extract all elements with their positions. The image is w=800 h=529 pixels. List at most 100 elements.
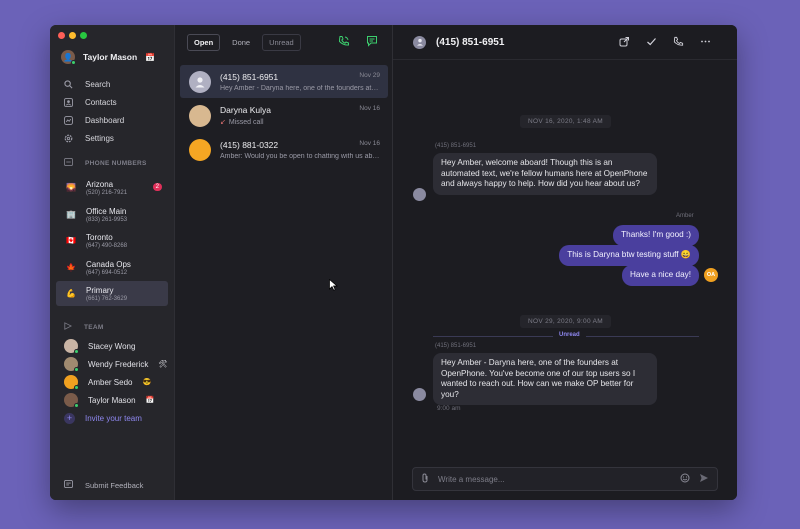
team-member[interactable]: Amber Sedo 😎 <box>58 373 173 391</box>
online-indicator <box>74 349 79 354</box>
close-window-button[interactable] <box>58 32 65 39</box>
message-time: 9:00 am <box>437 405 461 412</box>
tab-open[interactable]: Open <box>187 34 221 51</box>
conversation-date: Nov 16 <box>359 105 380 112</box>
window-controls <box>58 32 87 39</box>
submit-feedback-button[interactable]: Submit Feedback <box>64 480 143 490</box>
invite-team-link[interactable]: + Invite your team <box>58 409 173 427</box>
attachment-icon[interactable] <box>421 473 429 485</box>
team-member-name: Wendy Frederick <box>88 359 149 369</box>
dashboard-icon <box>64 115 73 125</box>
share-icon[interactable] <box>619 36 630 50</box>
nav-settings[interactable]: Settings <box>50 129 175 147</box>
minimize-window-button[interactable] <box>69 32 76 39</box>
date-separator: NOV 16, 2020, 1:48 AM <box>520 115 611 128</box>
maximize-window-button[interactable] <box>80 32 87 39</box>
conversation-item[interactable]: Daryna Kulya Nov 16 ↙ Missed call <box>180 99 388 132</box>
conversation-name: (415) 881-0322 <box>220 139 279 150</box>
contact-avatar <box>413 188 426 201</box>
team-member-name: Taylor Mason <box>88 395 136 405</box>
list-actions <box>338 35 378 50</box>
phone-number-value: (647) 694-0512 <box>86 269 128 276</box>
outgoing-message: This is Daryna btw testing stuff 😄 <box>559 245 699 266</box>
team-member-avatar <box>64 375 79 390</box>
feedback-label: Submit Feedback <box>85 480 144 490</box>
phone-number-item[interactable]: 🇨🇦 Toronto (647) 490-8268 <box>56 228 168 253</box>
chat-title: (415) 851-6951 <box>436 36 505 48</box>
user-avatar: 👤 <box>61 50 76 65</box>
phone-number-item[interactable]: 🌄 Arizona (520) 216-7921 2 <box>56 175 168 200</box>
phone-number-item[interactable]: 🍁 Canada Ops (647) 694-0512 <box>56 255 168 280</box>
app-window: 👤 Taylor Mason 📅 Search Contacts Dashboa… <box>50 25 737 500</box>
phone-numbers-label: PHONE NUMBERS <box>85 159 147 167</box>
contacts-icon <box>64 97 73 107</box>
search-icon <box>64 79 73 89</box>
unread-badge: 2 <box>152 183 162 191</box>
chat-panel: (415) 851-6951 NOV 16, 2020, 1:48 AM (41… <box>393 25 737 500</box>
feedback-icon <box>64 480 73 490</box>
online-indicator <box>71 60 76 65</box>
team-member[interactable]: Wendy Frederick 🛠 <box>58 355 173 373</box>
current-user[interactable]: 👤 Taylor Mason 📅 <box>61 50 156 65</box>
conversation-list-panel: Open Done Unread (415) 851-6951 Nov 29 H… <box>175 25 393 500</box>
online-indicator <box>74 403 79 408</box>
incoming-message: Hey Amber, welcome aboard! Though this i… <box>433 153 657 195</box>
emoji-icon[interactable] <box>680 473 690 485</box>
phone-number-name: Office Main <box>86 206 127 216</box>
plus-icon: + <box>64 412 75 424</box>
more-icon[interactable] <box>700 36 711 50</box>
nav-contacts[interactable]: Contacts <box>50 93 175 111</box>
phone-call-icon[interactable] <box>338 35 350 50</box>
invite-team-label: Invite your team <box>85 413 142 423</box>
phone-number-emoji: 🇨🇦 <box>66 236 76 245</box>
team-member-avatar <box>64 393 79 408</box>
team-member-name: Amber Sedo <box>88 377 133 387</box>
message-input[interactable] <box>438 474 671 484</box>
new-message-icon[interactable] <box>366 35 378 50</box>
conversation-date: Nov 16 <box>359 139 380 147</box>
phone-number-emoji: 🍁 <box>66 263 76 272</box>
phone-number-name: Primary <box>86 285 114 295</box>
missed-call-icon: ↙ <box>220 119 226 126</box>
conversation-item[interactable]: (415) 881-0322 Nov 16 Amber: Would you b… <box>180 133 388 166</box>
conversation-name: Daryna Kulya <box>220 105 272 115</box>
contact-avatar <box>189 70 211 93</box>
nav-search-label: Search <box>85 79 111 89</box>
conversation-preview: Hey Amber - Daryna here, one of the foun… <box>220 84 380 92</box>
missed-call-label: Missed call <box>228 119 264 126</box>
team-member[interactable]: Taylor Mason 📅 <box>58 391 173 409</box>
tab-done[interactable]: Done <box>226 35 256 50</box>
team-member[interactable]: Stacey Wong <box>58 337 173 355</box>
team-header: TEAM <box>64 322 104 332</box>
team-member-avatar <box>64 357 79 372</box>
online-indicator <box>74 385 79 390</box>
phone-number-item-active[interactable]: 💪 Primary (661) 762-3629 <box>56 281 168 306</box>
phone-number-emoji: 💪 <box>66 289 76 298</box>
phone-number-item[interactable]: 🏢 Office Main (833) 261-9953 <box>56 202 168 227</box>
gear-icon <box>64 134 73 143</box>
team-member-emoji: 🛠 <box>158 361 168 368</box>
nav-search[interactable]: Search <box>50 75 175 93</box>
chat-actions <box>619 36 711 50</box>
check-icon[interactable] <box>646 36 657 50</box>
message-composer <box>412 467 718 491</box>
contact-avatar <box>189 138 211 161</box>
phone-icon[interactable] <box>673 36 684 50</box>
phone-number-value: (647) 490-8268 <box>86 242 128 249</box>
phone-number-name: Canada Ops <box>86 259 131 269</box>
contact-avatar <box>189 104 211 127</box>
nav-dashboard[interactable]: Dashboard <box>50 111 175 129</box>
team-label: TEAM <box>84 323 104 331</box>
conversation-preview: Amber: Would you be open to chatting wit… <box>220 152 380 160</box>
mouse-cursor-icon <box>329 278 338 294</box>
phone-numbers-header: PHONE NUMBERS <box>64 158 147 168</box>
sidebar: 👤 Taylor Mason 📅 Search Contacts Dashboa… <box>50 25 175 500</box>
user-status-emoji: 📅 <box>145 52 156 62</box>
conversation-item-active[interactable]: (415) 851-6951 Nov 29 Hey Amber - Daryna… <box>180 65 388 98</box>
phone-number-value: (520) 216-7921 <box>86 189 128 196</box>
conversation-date: Nov 29 <box>359 71 380 79</box>
conversation-name: (415) 851-6951 <box>220 71 279 82</box>
chat-contact-avatar <box>413 35 426 49</box>
tab-unread[interactable]: Unread <box>262 34 301 51</box>
send-icon[interactable] <box>699 473 709 485</box>
